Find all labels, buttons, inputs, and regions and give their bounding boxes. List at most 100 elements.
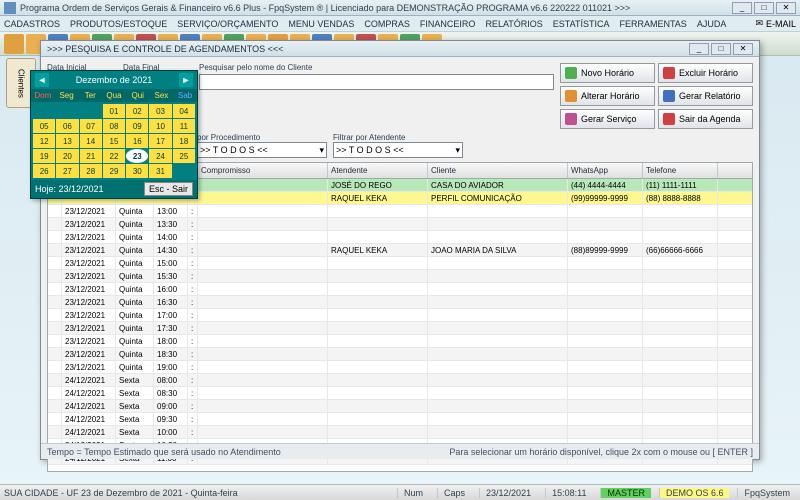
grid-body[interactable]: 23/12/2021QuintaJOSÉ DO REGOCASA DO AVIA… [48, 179, 752, 472]
close-button[interactable]: ✕ [776, 2, 796, 14]
cal-esc-button[interactable]: Esc - Sair [144, 182, 193, 196]
cal-day-23[interactable]: 23 [126, 149, 148, 163]
minimize-button[interactable]: _ [732, 2, 752, 14]
cal-day-28[interactable]: 28 [80, 164, 102, 178]
edit-icon [565, 90, 577, 102]
cal-day-25[interactable]: 25 [173, 149, 195, 163]
cal-day-21[interactable]: 21 [80, 149, 102, 163]
novo-horario-button[interactable]: Novo Horário [560, 63, 655, 83]
table-row[interactable]: 23/12/2021Quinta13:00: [48, 205, 752, 218]
maximize-button[interactable]: □ [754, 2, 774, 14]
menu-compras[interactable]: COMPRAS [364, 19, 410, 29]
cal-prev-button[interactable]: ◄ [35, 73, 49, 87]
table-row[interactable]: 23/12/2021Quinta17:30: [48, 322, 752, 335]
table-row[interactable]: 23/12/2021Quinta16:00: [48, 283, 752, 296]
col-telefone[interactable]: Telefone [643, 163, 718, 178]
search-label: Pesquisar pelo nome do Cliente [199, 63, 554, 72]
sair-agenda-button[interactable]: Sair da Agenda [658, 109, 753, 129]
filter-att-label: Filtrar por Atendente [333, 133, 463, 142]
gerar-relatorio-button[interactable]: Gerar Relatório [658, 86, 753, 106]
menu-produtos[interactable]: PRODUTOS/ESTOQUE [70, 19, 167, 29]
cal-day-27[interactable]: 27 [56, 164, 78, 178]
cal-day-1[interactable]: 01 [103, 104, 125, 118]
cal-day-19[interactable]: 19 [33, 149, 55, 163]
modal-maximize-button[interactable]: □ [711, 43, 731, 55]
cal-day-22[interactable]: 22 [103, 149, 125, 163]
table-row[interactable]: 23/12/2021Quinta16:30: [48, 296, 752, 309]
app-title: Programa Ordem de Serviços Gerais & Fina… [20, 3, 732, 13]
table-row[interactable]: 23/12/2021Quinta13:30: [48, 218, 752, 231]
gear-icon [565, 113, 577, 125]
table-row[interactable]: 23/12/2021Quinta18:00: [48, 335, 752, 348]
cal-days-grid: 01020304 05060708091011 12131415161718 1920… [31, 102, 197, 180]
cal-day-30[interactable]: 30 [126, 164, 148, 178]
cal-day-4[interactable]: 04 [173, 104, 195, 118]
table-row[interactable]: 24/12/2021Sexta09:30: [48, 413, 752, 426]
menu-relatorios[interactable]: RELATÓRIOS [485, 19, 542, 29]
menu-financeiro[interactable]: FINANCEIRO [420, 19, 476, 29]
table-row[interactable]: 24/12/2021Sexta08:30: [48, 387, 752, 400]
menu-vendas[interactable]: MENU VENDAS [288, 19, 354, 29]
cal-day-15[interactable]: 15 [103, 134, 125, 148]
status-time: 15:08:11 [545, 488, 592, 498]
cal-day-8[interactable]: 08 [103, 119, 125, 133]
table-row[interactable]: 24/12/2021Sexta08:00: [48, 374, 752, 387]
modal-close-button[interactable]: ✕ [733, 43, 753, 55]
cal-day-20[interactable]: 20 [56, 149, 78, 163]
menu-estatistica[interactable]: ESTATÍSTICA [553, 19, 610, 29]
cal-day-3[interactable]: 03 [149, 104, 171, 118]
filter-proc-label: por Procedimento [197, 133, 327, 142]
cal-day-31[interactable]: 31 [149, 164, 171, 178]
table-row[interactable]: 23/12/2021Quinta18:30: [48, 348, 752, 361]
table-row[interactable]: 24/12/2021Sexta10:00: [48, 426, 752, 439]
col-compromisso[interactable]: Compromisso [198, 163, 328, 178]
cal-day-7[interactable]: 07 [80, 119, 102, 133]
toolbar-icon-1[interactable] [4, 34, 24, 54]
menu-servico[interactable]: SERVIÇO/ORÇAMENTO [177, 19, 278, 29]
cal-day-29[interactable]: 29 [103, 164, 125, 178]
cal-day-24[interactable]: 24 [149, 149, 171, 163]
cal-day-13[interactable]: 13 [56, 134, 78, 148]
cal-day-26[interactable]: 26 [33, 164, 55, 178]
filter-att-select[interactable]: >> T O D O S <<▾ [333, 142, 463, 158]
alterar-horario-button[interactable]: Alterar Horário [560, 86, 655, 106]
table-row[interactable]: 24/12/2021Sexta09:00: [48, 400, 752, 413]
table-row[interactable]: 23/12/2021Quinta17:00: [48, 309, 752, 322]
cal-next-button[interactable]: ► [179, 73, 193, 87]
excluir-horario-button[interactable]: Excluir Horário [658, 63, 753, 83]
search-input[interactable] [199, 74, 554, 90]
col-atendente[interactable]: Atendente [328, 163, 428, 178]
table-row[interactable]: 23/12/2021Quinta19:00: [48, 361, 752, 374]
cal-dow-qui: Qui [126, 89, 150, 102]
cal-month-label: Dezembro de 2021 [76, 75, 153, 85]
cal-day-9[interactable]: 09 [126, 119, 148, 133]
modal-minimize-button[interactable]: _ [689, 43, 709, 55]
status-master: MASTER [600, 488, 651, 498]
menu-cadastros[interactable]: CADASTROS [4, 19, 60, 29]
cal-day-16[interactable]: 16 [126, 134, 148, 148]
cal-day-14[interactable]: 14 [80, 134, 102, 148]
table-row[interactable]: 23/12/2021Quinta15:00: [48, 257, 752, 270]
cal-day-5[interactable]: 05 [33, 119, 55, 133]
email-icon: ✉ [755, 18, 763, 29]
menu-ferramentas[interactable]: FERRAMENTAS [619, 19, 686, 29]
gerar-servico-button[interactable]: Gerar Serviço [560, 109, 655, 129]
table-row[interactable]: 23/12/2021Quinta15:30: [48, 270, 752, 283]
col-whatsapp[interactable]: WhatsApp [568, 163, 643, 178]
plus-icon [565, 67, 577, 79]
cal-day-10[interactable]: 10 [149, 119, 171, 133]
cal-day-17[interactable]: 17 [149, 134, 171, 148]
cal-dow-sab: Sab [173, 89, 197, 102]
cal-day-18[interactable]: 18 [173, 134, 195, 148]
table-row[interactable]: 23/12/2021Quinta14:30:RAQUEL KEKAJOAO MA… [48, 244, 752, 257]
col-cliente[interactable]: Cliente [428, 163, 568, 178]
menu-email[interactable]: ✉ E-MAIL [755, 18, 796, 29]
table-row[interactable]: 23/12/2021Quinta14:00: [48, 231, 752, 244]
cal-day-12[interactable]: 12 [33, 134, 55, 148]
cal-day-2[interactable]: 02 [126, 104, 148, 118]
filter-proc-select[interactable]: >> T O D O S <<▾ [197, 142, 327, 158]
cal-dow-sex: Sex [150, 89, 174, 102]
cal-day-6[interactable]: 06 [56, 119, 78, 133]
cal-day-11[interactable]: 11 [173, 119, 195, 133]
menu-ajuda[interactable]: AJUDA [697, 19, 727, 29]
